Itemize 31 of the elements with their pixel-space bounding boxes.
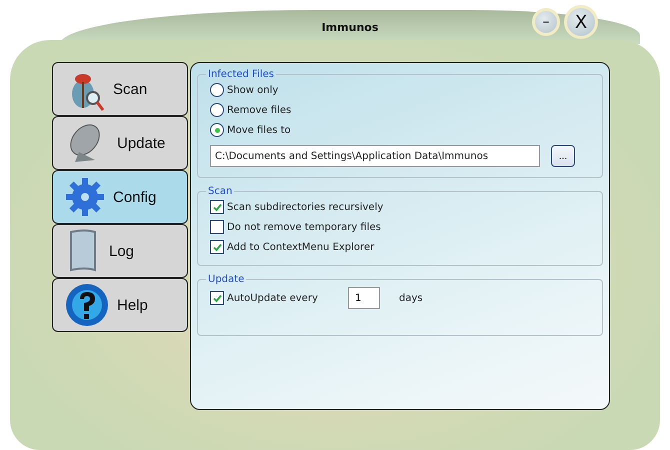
days-field[interactable]: 1 — [348, 287, 380, 309]
radio-button[interactable] — [210, 123, 224, 137]
option-label: Show only — [227, 84, 278, 96]
help-icon — [65, 283, 109, 327]
nav-button[interactable]: Scan — [52, 62, 188, 116]
group-title: Update — [207, 274, 246, 285]
option-label: Move files to — [227, 124, 291, 136]
checkbox[interactable] — [210, 291, 224, 305]
option-label: AutoUpdate every — [227, 292, 319, 304]
option-label: Add to ContextMenu Explorer — [227, 242, 374, 252]
group-title: Scan — [207, 186, 234, 197]
browse-button[interactable]: ... — [551, 145, 575, 167]
path-field[interactable]: C:\Documents and Settings\Application Data\Immunos — [210, 145, 540, 167]
nav-button[interactable]: Config — [52, 170, 188, 224]
unit-label: days — [399, 292, 423, 304]
nav-button[interactable]: Update — [52, 116, 188, 170]
nav-button[interactable]: Help — [52, 278, 188, 332]
gear-icon — [65, 177, 105, 217]
radio-button[interactable] — [210, 83, 224, 97]
checkbox[interactable] — [210, 220, 224, 234]
minimize-button[interactable]: – — [532, 8, 560, 36]
window-title: Immunos — [322, 20, 378, 34]
group-title: Infected Files — [207, 69, 276, 80]
checkbox[interactable] — [210, 200, 224, 214]
option-label: Remove files — [227, 104, 292, 116]
option-label: Do not remove temporary files — [227, 222, 381, 232]
checkbox[interactable] — [210, 240, 224, 254]
radio-button[interactable] — [210, 103, 224, 117]
nav-button[interactable]: Log — [52, 224, 188, 278]
close-button[interactable]: X — [564, 5, 598, 39]
option-label: Scan subdirectories recursively — [227, 202, 384, 212]
